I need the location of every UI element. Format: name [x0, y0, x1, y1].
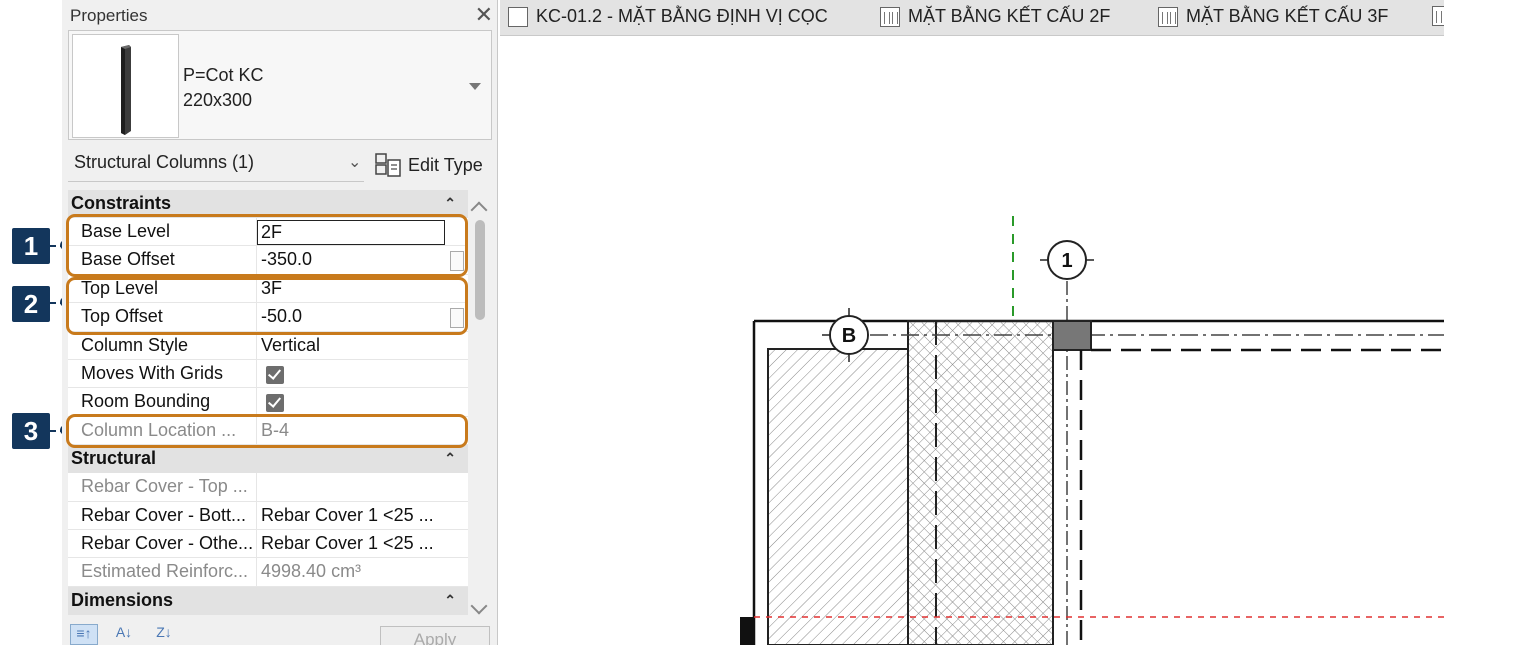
sort-descending-icon[interactable]: Z↓ [150, 624, 178, 645]
property-value[interactable]: Rebar Cover 1 <25 ... [257, 502, 468, 529]
properties-footer: ≡↑ A↓ Z↓ Apply [68, 624, 492, 645]
section-title: Dimensions [71, 589, 174, 610]
highlight-frame-2 [66, 277, 468, 335]
callout-3-badge: 3 [12, 413, 50, 449]
column-preview-image [72, 34, 179, 138]
property-row-column-style[interactable]: Column Style Vertical [68, 331, 468, 360]
category-filter-dropdown[interactable]: Structural Columns (1) [68, 148, 364, 182]
property-value[interactable]: Rebar Cover 1 <25 ... [257, 530, 468, 557]
wall-hatch-crossed [907, 320, 1054, 645]
section-dimensions[interactable]: Dimensions ⌃ [68, 586, 468, 615]
view-tab-bar: KC-01.2 - MẶT BẰNG ĐỊNH VỊ CỌC MẶT BẰNG … [500, 0, 1452, 36]
panel-title: Properties [70, 6, 148, 25]
edit-type-label: Edit Type [408, 154, 483, 175]
collapse-icon[interactable]: ⌃ [444, 592, 456, 609]
collapse-icon[interactable]: ⌃ [444, 195, 456, 212]
highlight-frame-3 [66, 414, 468, 448]
drawing-canvas[interactable]: 1 B [500, 36, 1444, 645]
chevron-down-icon[interactable] [469, 83, 481, 90]
property-row-estimated-reinforcement: Estimated Reinforc... 4998.40 cm³ [68, 558, 468, 587]
property-row-rebar-cover-other[interactable]: Rebar Cover - Othe... Rebar Cover 1 <25 … [68, 529, 468, 559]
property-row-room-bounding[interactable]: Room Bounding [68, 388, 468, 417]
sheet-view-icon [1158, 6, 1178, 27]
type-family-label: P=Cot KC [183, 65, 264, 85]
scroll-up-icon[interactable] [470, 201, 488, 219]
apply-button[interactable]: Apply [380, 626, 490, 645]
property-label: Rebar Cover - Othe... [68, 529, 257, 558]
tab-structural-plan-3f[interactable]: MẶT BẰNG KẾT CẤU 3F [1158, 6, 1388, 27]
section-title: Structural [71, 448, 157, 469]
tab-label: KC-01.2 - MẶT BẰNG ĐỊNH VỊ CỌC [536, 6, 828, 26]
tab-pile-layout-plan[interactable]: KC-01.2 - MẶT BẰNG ĐỊNH VỊ CỌC [508, 6, 828, 27]
tab-label: MẶT BẰNG KẾT CẤU 2F [908, 6, 1111, 26]
selected-structural-column [1052, 320, 1092, 351]
category-filter-label: Structural Columns (1) [74, 152, 255, 172]
sort-by-category-icon[interactable]: ≡↑ [70, 624, 98, 645]
property-label: Moves With Grids [68, 359, 257, 388]
property-row-rebar-cover-top: Rebar Cover - Top ... [68, 473, 468, 502]
wall-hatch-left [767, 348, 909, 645]
moves-with-grids-checkbox[interactable] [266, 365, 284, 384]
section-title: Constraints [71, 193, 172, 213]
plan-view-icon [508, 6, 528, 27]
properties-scrollbar[interactable] [468, 190, 492, 620]
highlight-frame-1 [66, 214, 468, 277]
property-label: Room Bounding [68, 388, 257, 416]
property-value: 4998.40 cm³ [261, 561, 362, 582]
structural-plan-drawing: 1 B [740, 216, 1444, 645]
callout-1-badge: 1 [12, 228, 50, 264]
sort-ascending-icon[interactable]: A↓ [110, 624, 138, 645]
type-size-label: 220x300 [183, 90, 253, 110]
property-row-moves-with-grids[interactable]: Moves With Grids [68, 359, 468, 389]
property-value[interactable]: Vertical [257, 332, 468, 359]
edit-type-button[interactable]: Edit Type [374, 148, 483, 182]
property-value[interactable] [257, 360, 468, 387]
instance-filter-row: Structural Columns (1) ⌄ Edit Type [68, 148, 492, 182]
grid-bubble-1-label: 1 [1061, 250, 1072, 272]
tab-structural-plan-2f[interactable]: MẶT BẰNG KẾT CẤU 2F [880, 6, 1110, 27]
sheet-view-icon [880, 6, 900, 27]
property-label: Rebar Cover - Bott... [68, 501, 257, 529]
scroll-down-icon[interactable] [470, 597, 488, 615]
right-margin [1444, 0, 1520, 645]
property-value [257, 473, 468, 500]
grid-bubble-b-label: B [842, 325, 856, 347]
close-icon[interactable]: ✕ [475, 2, 493, 28]
collapse-icon[interactable]: ⌃ [444, 450, 456, 467]
edit-type-icon [375, 153, 401, 177]
property-label: Estimated Reinforc... [68, 558, 257, 586]
property-value[interactable] [257, 388, 468, 415]
property-label: Rebar Cover - Top ... [68, 473, 257, 501]
tab-label: MẶT BẰNG KẾT CẤU 3F [1186, 6, 1389, 26]
chevron-down-icon[interactable]: ⌄ [348, 152, 361, 172]
type-selector[interactable]: P=Cot KC 220x300 [68, 30, 492, 140]
property-label: Column Style [68, 331, 257, 359]
room-bounding-checkbox[interactable] [266, 394, 284, 413]
callout-2-badge: 2 [12, 286, 50, 322]
property-row-rebar-cover-bottom[interactable]: Rebar Cover - Bott... Rebar Cover 1 <25 … [68, 501, 468, 530]
section-structural[interactable]: Structural ⌃ [68, 445, 468, 474]
scroll-thumb[interactable] [475, 220, 485, 320]
type-name: P=Cot KC 220x300 [183, 63, 264, 113]
